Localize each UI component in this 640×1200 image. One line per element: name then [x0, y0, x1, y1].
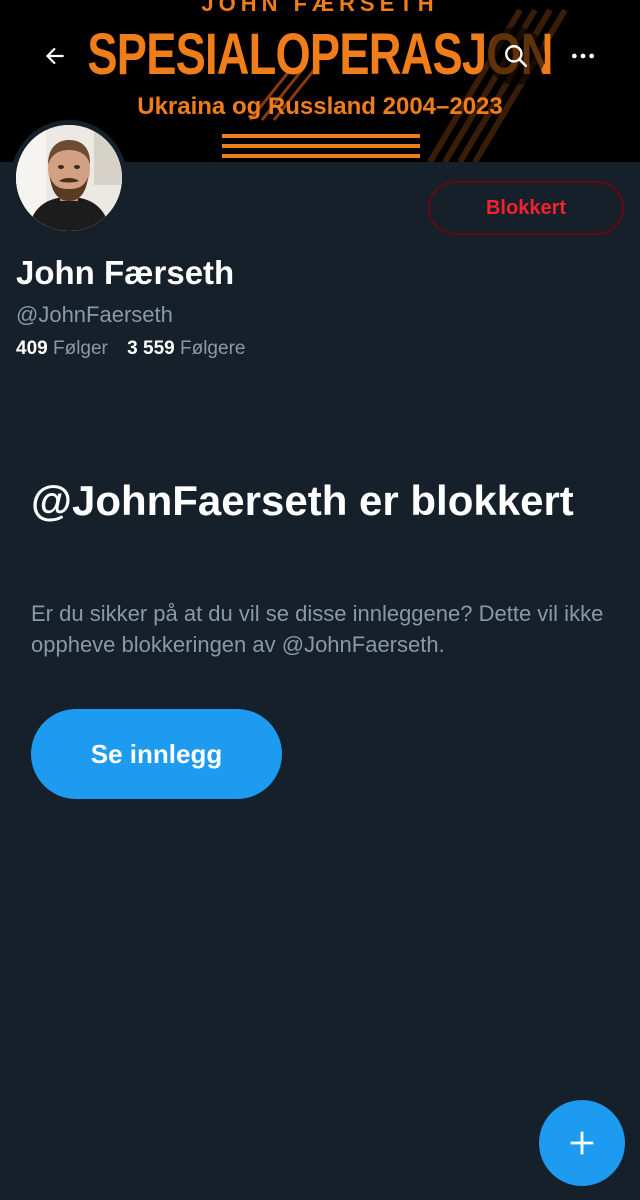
profile-page: JOHN FÆRSETH SPESIALOPERASJON Ukraina og… [0, 0, 640, 1200]
back-button[interactable] [26, 27, 84, 85]
search-icon [505, 45, 528, 68]
compose-button[interactable] [539, 1100, 625, 1186]
following-stat[interactable]: 409 Følger [16, 338, 108, 360]
display-name: John Færseth [16, 254, 235, 291]
follow-stats: 409 Følger 3 559 Følgere [16, 338, 259, 360]
followers-label: Følgere [180, 338, 246, 359]
banner-bars [222, 134, 420, 162]
blocked-description: Er du sikker på at du vil se disse innle… [31, 601, 604, 657]
avatar-image [16, 125, 122, 231]
plus-icon [570, 1131, 594, 1155]
arrow-left-icon [45, 47, 64, 65]
banner-kicker: JOHN FÆRSETH [201, 0, 439, 16]
view-posts-button[interactable]: Se innlegg [31, 709, 282, 799]
search-button[interactable] [487, 27, 545, 85]
more-button[interactable] [554, 27, 612, 85]
avatar[interactable] [11, 120, 127, 236]
followers-stat[interactable]: 3 559 Følgere [127, 338, 245, 360]
following-label: Følger [52, 338, 108, 359]
more-horizontal-icon [571, 53, 595, 59]
following-count: 409 [16, 338, 48, 359]
banner-subtitle: Ukraina og Russland 2004–2023 [137, 93, 503, 120]
blocked-heading: @JohnFaerseth er blokkert [31, 477, 574, 524]
followers-count: 3 559 [127, 338, 175, 359]
blocked-button[interactable]: Blokkert [428, 181, 624, 235]
profile-handle: @JohnFaerseth [16, 302, 173, 327]
